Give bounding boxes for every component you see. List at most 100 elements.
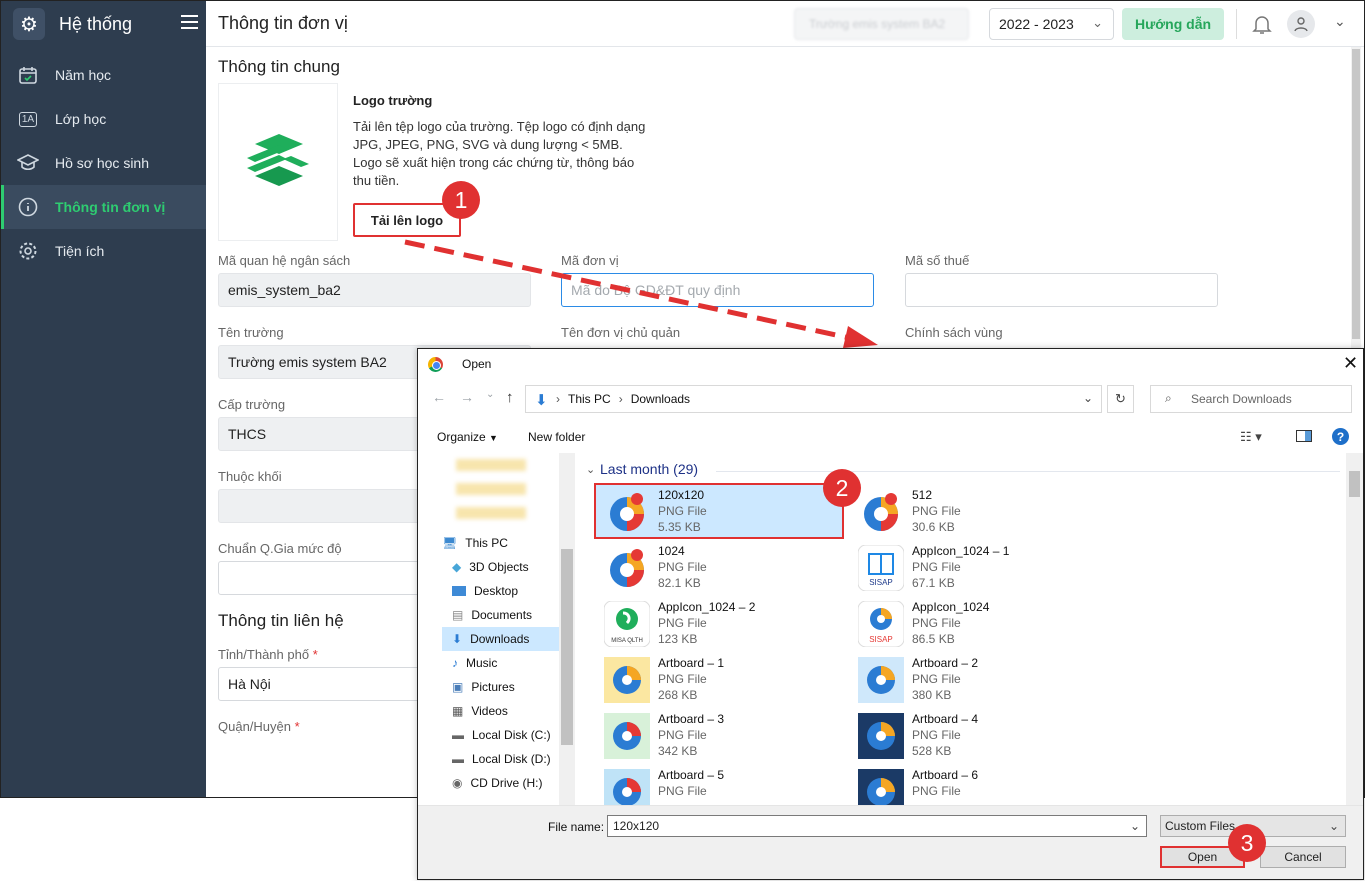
nav-item-label: CD Drive (H:) <box>470 776 543 790</box>
sidebar-item-label: Hồ sơ học sinh <box>55 155 150 171</box>
group-header[interactable]: Last month (29) <box>600 461 698 477</box>
chevron-down-icon[interactable]: ⌄ <box>1130 819 1140 833</box>
up-arrow-icon[interactable]: ↑ <box>506 389 514 406</box>
search-placeholder: Search Downloads <box>1191 392 1292 406</box>
navigation-pane: 🖥 This PC ◆ 3D Objects Desktop ▤ Documents … <box>428 453 576 805</box>
sidebar-item-ho-so-hoc-sinh[interactable]: Hồ sơ học sinh <box>1 141 206 185</box>
province-label-text: Tỉnh/Thành phố <box>218 647 310 662</box>
file-item[interactable]: 120x120 PNG File 5.35 KB <box>594 483 844 539</box>
sidebar-item-label: Lớp học <box>55 111 107 127</box>
breadcrumb-separator: › <box>618 392 623 406</box>
school-year-select[interactable]: 2022 - 2023 ⌄ <box>989 8 1114 40</box>
nav-pane-scrollbar-thumb[interactable] <box>561 549 573 745</box>
caret-down-icon: ▼ <box>489 433 498 443</box>
file-item[interactable]: Artboard – 1 PNG File 268 KB <box>596 653 842 705</box>
region-policy-label: Chính sách vùng <box>905 325 1003 340</box>
section-title-general: Thông tin chung <box>218 57 340 76</box>
menu-toggle-icon[interactable] <box>181 15 198 29</box>
file-list-scrollbar[interactable] <box>1346 453 1363 805</box>
cancel-button[interactable]: Cancel <box>1260 846 1346 868</box>
chevron-down-icon[interactable]: ⌄ <box>1083 391 1093 405</box>
file-name: 120x120 <box>658 488 705 502</box>
breadcrumb-separator: › <box>556 392 560 406</box>
artboard-blue-icon <box>858 657 904 703</box>
recent-locations-icon[interactable]: ⌄ <box>486 389 494 400</box>
chrome-icon <box>428 357 443 372</box>
annotation-arrow <box>404 239 878 348</box>
sidebar-item-nam-hoc[interactable]: Năm học <box>1 53 206 97</box>
file-item[interactable]: MISA QLTH AppIcon_1024 – 2 PNG File 123 KB <box>596 597 842 649</box>
required-mark: * <box>294 719 300 734</box>
file-name-input[interactable]: 120x120 ⌄ <box>607 815 1147 837</box>
emis-logo-icon <box>604 489 650 535</box>
nav-item-label: Documents <box>471 608 533 622</box>
file-name: Artboard – 1 <box>658 656 725 670</box>
file-type: PNG File <box>912 672 961 686</box>
file-name: Artboard – 6 <box>912 768 979 782</box>
close-icon[interactable]: ✕ <box>1343 353 1358 374</box>
view-options-icon[interactable]: ☷ ▾ <box>1240 429 1262 445</box>
sidebar-item-lop-hoc[interactable]: 1A Lớp học <box>1 97 206 141</box>
graduation-cap-icon <box>17 152 39 174</box>
back-arrow-icon[interactable]: ← <box>432 389 446 405</box>
page-scrollbar-thumb[interactable] <box>1352 49 1360 339</box>
forward-arrow-icon[interactable]: → <box>460 389 474 405</box>
breadcrumb-item[interactable]: Downloads <box>631 392 690 406</box>
nav-item-label: Music <box>466 656 498 670</box>
file-type: PNG File <box>658 616 707 630</box>
breadcrumb-item[interactable]: This PC <box>568 392 611 406</box>
address-bar[interactable]: ⬇ › This PC › Downloads ⌄ <box>525 385 1102 413</box>
file-name: Artboard – 4 <box>912 712 979 726</box>
class-1a-icon: 1A <box>17 108 39 130</box>
file-item[interactable]: Artboard – 6 PNG File <box>850 765 1096 805</box>
artboard-yellow-icon <box>604 657 650 703</box>
misa-qlth-icon: MISA QLTH <box>603 600 651 648</box>
file-item[interactable]: 1024 PNG File 82.1 KB <box>596 541 842 593</box>
file-name: Artboard – 3 <box>658 712 725 726</box>
chevron-down-icon: ⌄ <box>1328 819 1339 833</box>
file-item[interactable]: Artboard – 5 PNG File <box>596 765 842 805</box>
school-name-label: Tên trường <box>218 325 284 340</box>
help-icon[interactable]: ? <box>1332 428 1349 445</box>
file-item[interactable]: SISAP AppIcon_1024 PNG File 86.5 KB <box>850 597 1096 649</box>
file-size: 82.1 KB <box>658 576 701 590</box>
sidebar-item-thong-tin-don-vi[interactable]: Thông tin đơn vị <box>1 185 206 229</box>
bell-icon[interactable] <box>1250 12 1274 36</box>
nav-item-label: Local Disk (D:) <box>472 752 551 766</box>
school-switcher[interactable]: Trường emis system BA2 <box>794 8 969 40</box>
chevron-down-icon[interactable]: ⌄ <box>586 463 595 476</box>
search-downloads-input[interactable]: ⌕ Search Downloads <box>1150 385 1352 413</box>
nav-downloads[interactable]: ⬇ Downloads <box>442 627 570 651</box>
music-note-icon: ♪ <box>452 656 458 670</box>
file-list-scrollbar-thumb[interactable] <box>1349 471 1360 497</box>
calendar-icon <box>17 64 39 86</box>
avatar[interactable] <box>1287 10 1315 38</box>
svg-text:SISAP: SISAP <box>869 635 893 644</box>
file-item[interactable]: Artboard – 2 PNG File 380 KB <box>850 653 1096 705</box>
refresh-icon[interactable]: ↻ <box>1107 385 1134 413</box>
file-item[interactable]: SISAP AppIcon_1024 – 1 PNG File 67.1 KB <box>850 541 1096 593</box>
file-item[interactable]: Artboard – 3 PNG File 342 KB <box>596 709 842 761</box>
artboard-navy-icon <box>858 713 904 759</box>
sidebar-item-tien-ich[interactable]: Tiện ích <box>1 229 206 273</box>
chevron-down-icon[interactable]: ⌄ <box>1334 13 1346 30</box>
file-name-value: 120x120 <box>613 819 660 833</box>
help-button[interactable]: Hướng dẫn <box>1122 8 1224 40</box>
tax-code-field[interactable] <box>905 273 1218 307</box>
film-icon: ▦ <box>452 704 464 718</box>
sisap-book-icon: SISAP <box>857 544 905 592</box>
computer-icon: 🖥 <box>442 536 458 550</box>
file-item[interactable]: 512 PNG File 30.6 KB <box>850 485 1096 537</box>
file-size: 268 KB <box>658 688 698 702</box>
file-item[interactable]: Artboard – 4 PNG File 528 KB <box>850 709 1096 761</box>
page-title: Thông tin đơn vị <box>218 13 348 33</box>
preview-pane-icon[interactable] <box>1296 430 1312 442</box>
step-badge-2: 2 <box>823 469 861 507</box>
dialog-footer: File name: 120x120 ⌄ Custom Files ⌄ Open… <box>418 805 1363 879</box>
new-folder-button[interactable]: New folder <box>528 430 585 444</box>
tax-code-label: Mã số thuế <box>905 253 970 268</box>
dialog-title: Open <box>462 357 492 371</box>
chevron-down-icon: ⌄ <box>1092 15 1103 30</box>
organize-button[interactable]: Organize ▼ <box>437 430 498 444</box>
required-mark: * <box>312 647 318 662</box>
